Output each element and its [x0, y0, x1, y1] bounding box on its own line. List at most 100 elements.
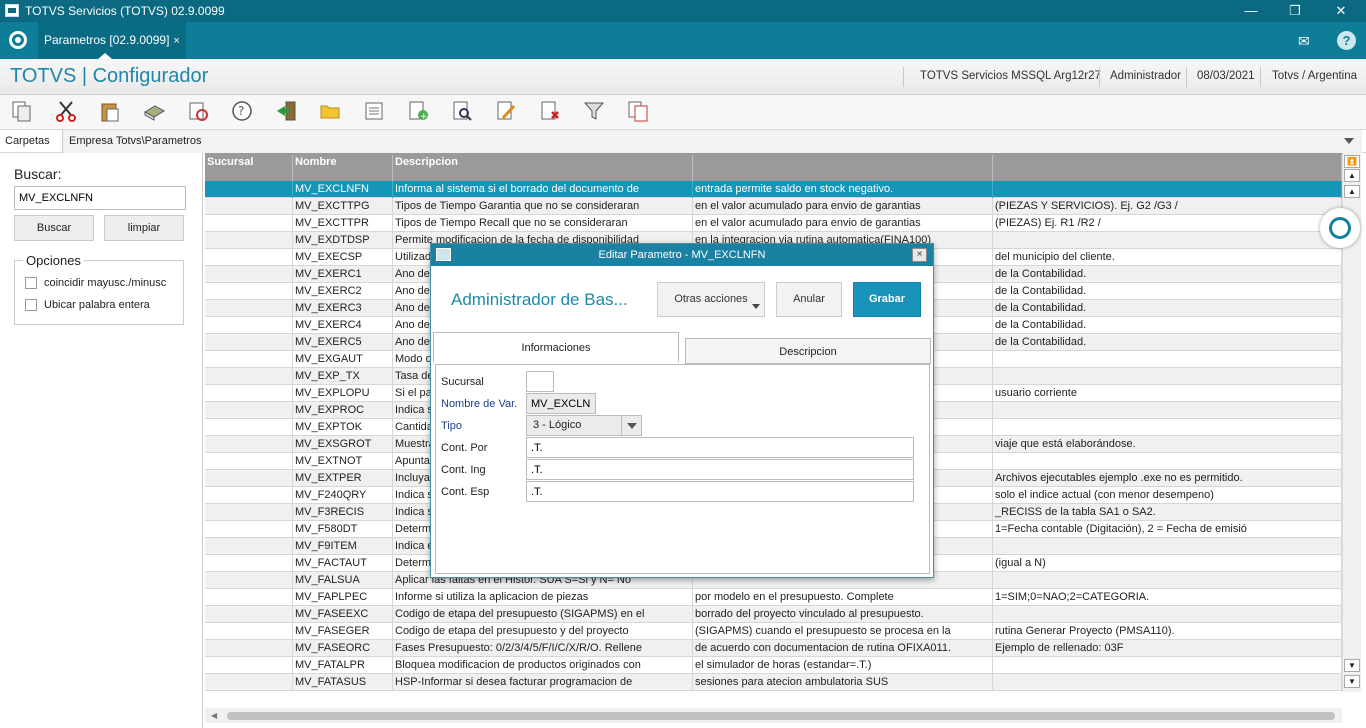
cell-descripcion-3 [993, 453, 1342, 470]
minimize-button[interactable]: — [1228, 1, 1274, 21]
cont-por-label: Cont. Por [441, 442, 488, 454]
cell-descripcion-2: entrada permite saldo en stock negativo. [693, 181, 993, 198]
app-header: TOTVS | Configurador TOTVS Servicios MSS… [0, 59, 1366, 95]
cell-nombre: MV_EXERC4 [293, 317, 393, 334]
search-input[interactable] [14, 186, 186, 210]
cell-descripcion: HSP-Informar si desea facturar programac… [393, 674, 693, 691]
copy-icon[interactable] [10, 99, 34, 123]
cont-ing-field[interactable] [526, 459, 914, 480]
table-row[interactable]: MV_EXCTTPG Tipos de Tiempo Garantia que n… [205, 198, 1342, 215]
restore-button[interactable]: ❐ [1272, 1, 1318, 21]
cell-descripcion-3: Ejemplo de rellenado: 03F [993, 640, 1342, 657]
scroll-top-icon[interactable]: ⏫ [1344, 155, 1360, 168]
scroll-page-down-icon[interactable]: ▼ [1344, 675, 1360, 688]
column-header-descripcion-2[interactable] [693, 155, 993, 181]
path-dropdown[interactable]: Empresa Totvs\Parametros [62, 130, 1362, 153]
cell-descripcion-2: sesiones para atecion ambulatoria SUS [693, 674, 993, 691]
cell-descripcion-3 [993, 419, 1342, 436]
cell-sucursal [205, 351, 293, 368]
paste-icon[interactable] [98, 99, 122, 123]
close-window-button[interactable]: ✕ [1318, 1, 1364, 21]
svg-text:+: + [420, 112, 428, 122]
chat-assistant-button[interactable] [1320, 208, 1360, 248]
scroll-thumb[interactable] [227, 712, 1335, 720]
book-icon[interactable] [142, 99, 166, 123]
tab-parametros[interactable]: Parametros [02.9.0099] × [38, 22, 186, 59]
refresh-icon[interactable] [186, 99, 210, 123]
otras-acciones-button[interactable]: Otras acciones [657, 282, 765, 317]
exit-icon[interactable] [274, 99, 298, 123]
cell-descripcion-3 [993, 181, 1342, 198]
buscar-button[interactable]: Buscar [14, 215, 94, 241]
table-row[interactable]: MV_FASEEXC Codigo de etapa del presupuest… [205, 606, 1342, 623]
scroll-left-icon[interactable]: ◀ [211, 711, 217, 720]
delete-document-icon[interactable] [538, 99, 562, 123]
table-row[interactable]: MV_EXCLNFN Informa al sistema si el borra… [205, 181, 1342, 198]
cont-por-field[interactable] [526, 437, 914, 458]
informaciones-form: Sucursal Nombre de Var. Tipo 3 - Lógico … [435, 364, 930, 574]
cell-nombre: MV_EXERC5 [293, 334, 393, 351]
anular-button[interactable]: Anular [776, 282, 842, 317]
column-header-nombre[interactable]: Nombre [293, 155, 393, 181]
add-document-icon[interactable]: + [406, 99, 430, 123]
filter-icon[interactable] [582, 99, 606, 123]
mail-icon[interactable]: ✉ [1298, 33, 1318, 49]
cont-esp-field[interactable] [526, 481, 914, 502]
table-row[interactable]: MV_EXCTTPR Tipos de Tiempo Recall que no … [205, 215, 1342, 232]
cell-nombre: MV_EXTPER [293, 470, 393, 487]
sucursal-field[interactable] [526, 371, 554, 392]
edit-document-icon[interactable] [494, 99, 518, 123]
table-row[interactable]: MV_FASEORC Fases Presupuesto: 0/2/3/4/5/F… [205, 640, 1342, 657]
path-bar: Carpetas Empresa Totvs\Parametros [0, 129, 1366, 153]
help-toolbar-icon[interactable]: ? [230, 99, 254, 123]
cell-descripcion-2: el simulador de horas (estandar=.T.) [693, 657, 993, 674]
cell-sucursal [205, 249, 293, 266]
totvs-logo-icon[interactable] [9, 31, 27, 49]
cell-nombre: MV_FAPLPEC [293, 589, 393, 606]
view-document-icon[interactable] [450, 99, 474, 123]
help-icon[interactable]: ? [1337, 31, 1356, 50]
cell-sucursal [205, 555, 293, 572]
copy-document-icon[interactable] [626, 99, 650, 123]
column-header-descripcion[interactable]: Descripcion [393, 155, 693, 181]
column-header-sucursal[interactable]: Sucursal [205, 155, 293, 181]
cell-nombre: MV_F9ITEM [293, 538, 393, 555]
scroll-down-icon[interactable]: ▼ [1344, 659, 1360, 672]
cell-sucursal [205, 657, 293, 674]
whole-word-checkbox[interactable] [25, 299, 37, 311]
cell-sucursal [205, 215, 293, 232]
table-row[interactable]: MV_FAPLPEC Informe si utiliza la aplicaci… [205, 589, 1342, 606]
table-row[interactable]: MV_FASEGER Codigo de etapa del presupuest… [205, 623, 1342, 640]
chevron-down-icon[interactable] [1344, 138, 1354, 144]
edit-parameter-dialog: Editar Parametro - MV_EXCLNFN × Administ… [430, 243, 934, 578]
horizontal-scrollbar[interactable]: ◀ [205, 708, 1342, 723]
tab-informaciones[interactable]: Informaciones [433, 332, 679, 362]
column-header-descripcion-3[interactable] [993, 155, 1342, 181]
scroll-up-icon[interactable]: ▲ [1344, 185, 1360, 198]
cell-descripcion-2: de acuerdo con documentacion de rutina O… [693, 640, 993, 657]
table-row[interactable]: MV_FATALPR Bloquea modificacion de produc… [205, 657, 1342, 674]
tab-descripcion[interactable]: Descripcion [685, 338, 931, 364]
cell-sucursal [205, 674, 293, 691]
cell-sucursal [205, 470, 293, 487]
cont-esp-label: Cont. Esp [441, 486, 490, 498]
limpiar-button[interactable]: limpiar [104, 215, 184, 241]
cut-icon[interactable] [54, 99, 78, 123]
tab-close-icon[interactable]: × [173, 35, 179, 47]
cell-descripcion-2: (SIGAPMS) cuando el presupuesto se proce… [693, 623, 993, 640]
tipo-select[interactable]: 3 - Lógico [526, 415, 642, 436]
nombre-field[interactable] [526, 393, 596, 414]
dialog-title: Editar Parametro - MV_EXCLNFN [598, 249, 766, 261]
grabar-button[interactable]: Grabar [853, 282, 921, 317]
dialog-close-icon[interactable]: × [912, 248, 927, 262]
scroll-page-up-icon[interactable]: ▲ [1344, 169, 1360, 182]
table-row[interactable]: MV_FATASUS HSP-Informar si desea facturar… [205, 674, 1342, 691]
cell-nombre: MV_EXCTTPR [293, 215, 393, 232]
list-icon[interactable] [362, 99, 386, 123]
match-case-checkbox[interactable] [25, 277, 37, 289]
cell-descripcion: Tipos de Tiempo Recall que no se conside… [393, 215, 693, 232]
cell-descripcion-3: (PIEZAS Y SERVICIOS). Ej. G2 /G3 / [993, 198, 1342, 215]
window-titlebar: TOTVS Servicios (TOTVS) 02.9.0099 — ❐ ✕ [0, 0, 1366, 22]
cell-descripcion-2: borrado del proyecto vinculado al presup… [693, 606, 993, 623]
folder-icon[interactable] [318, 99, 342, 123]
